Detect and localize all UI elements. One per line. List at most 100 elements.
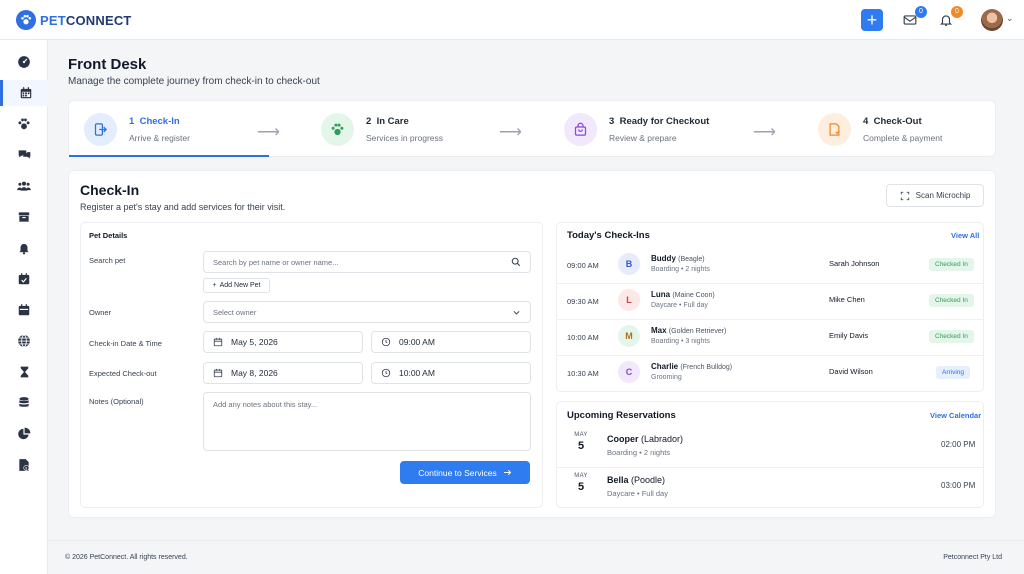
notifications-button[interactable]: 0 (939, 6, 963, 29)
pet-avatar: B (618, 253, 640, 275)
owner-name: Mike Chen (829, 295, 865, 304)
arrow-right-icon: ⟶ (753, 124, 776, 141)
check-in-time-value: 09:00 AM (399, 337, 435, 347)
notifications-count-badge: 0 (951, 6, 963, 18)
step-number: 2 (366, 116, 372, 127)
calendar-check-icon (18, 273, 30, 285)
checkin-row[interactable]: 09:00 AM B Buddy (Beagle) Boarding • 2 n… (556, 248, 984, 284)
check-in-date-field[interactable]: May 5, 2026 (203, 331, 363, 353)
checkout-time-field[interactable]: 10:00 AM (371, 362, 531, 384)
store-icon (18, 212, 30, 222)
search-pet-input[interactable]: Search by pet name or owner name... (203, 251, 531, 273)
checkin-row[interactable]: 10:30 AM C Charlie (French Bulldog) Groo… (556, 356, 984, 392)
calendar-icon (18, 304, 30, 316)
step-label: Check-In (139, 116, 180, 127)
status-badge: Checked In (929, 330, 974, 343)
checkin-time: 09:00 AM (567, 261, 599, 270)
status-badge: Checked In (929, 294, 974, 307)
owner-placeholder: Select owner (213, 307, 257, 317)
notes-textarea[interactable]: Add any notes about this stay... (203, 392, 531, 451)
sidebar-item-alerts[interactable] (0, 235, 48, 261)
step-check-in[interactable]: 1 Check-In Arrive & register (84, 101, 274, 158)
reservation-month: MAY (574, 432, 588, 438)
reservation-month: MAY (574, 473, 588, 479)
pet-breed: (Beagle) (678, 256, 705, 263)
database-icon (19, 397, 29, 407)
messages-button[interactable]: 0 (903, 6, 927, 29)
pet-service: Grooming (651, 374, 682, 381)
add-new-pet-button[interactable]: + Add New Pet (203, 278, 270, 293)
sidebar-item-dashboard[interactable] (0, 49, 48, 75)
pie-chart-icon (18, 427, 31, 440)
pet-service: Daycare • Full day (651, 302, 708, 309)
reservation-row[interactable]: MAY 5 Cooper (Labrador) Boarding • 2 nig… (556, 427, 984, 468)
step-title: 2 In Care (366, 116, 409, 127)
globe-icon (18, 334, 30, 348)
arrow-right-icon: ⟶ (499, 124, 522, 141)
hourglass-icon (20, 366, 28, 378)
pet-avatar: L (618, 289, 640, 311)
owner-name: Emily Davis (829, 331, 869, 340)
step-check-out[interactable]: 4 Check-Out Complete & payment (818, 101, 988, 158)
sidebar-item-schedule[interactable] (0, 297, 48, 323)
step-description: Review & prepare (609, 133, 677, 143)
reservation-day: 5 (577, 440, 585, 452)
status-badge: Checked In (929, 258, 974, 271)
user-avatar[interactable] (981, 9, 1003, 31)
sidebar-item-customers[interactable] (0, 173, 48, 199)
pet-avatar: C (618, 361, 640, 383)
sidebar-item-front-desk[interactable] (0, 80, 48, 106)
scan-icon (900, 191, 909, 200)
checkin-row[interactable]: 10:00 AM M Max (Golden Retriever) Boardi… (556, 320, 984, 356)
sidebar-item-website[interactable] (0, 328, 48, 354)
messages-count-badge: 0 (915, 6, 927, 18)
reservation-time: 03:00 PM (941, 481, 976, 490)
notes-label: Notes (Optional) (89, 397, 144, 406)
check-in-date-value: May 5, 2026 (231, 337, 278, 347)
scan-microchip-button[interactable]: Scan Microchip (886, 184, 984, 207)
reservation-pet-name: Bella (607, 475, 629, 485)
brand-logo[interactable]: PETCONNECT (16, 10, 132, 30)
pet-name-text: Charlie (651, 362, 679, 371)
sidebar-item-billing[interactable]: $ (0, 452, 48, 478)
step-ready-for-checkout[interactable]: 3 Ready for Checkout Review & prepare (564, 101, 764, 158)
reservation-date: MAY 5 (570, 473, 592, 493)
view-calendar-link[interactable]: View Calendar (930, 411, 981, 420)
sidebar-item-waitlist[interactable] (0, 359, 48, 385)
sidebar-item-store[interactable] (0, 204, 48, 230)
chevron-down-icon[interactable]: ⌄ (1006, 13, 1014, 24)
reservation-pet-breed: (Labrador) (641, 434, 684, 444)
plus-icon: + (212, 282, 217, 289)
pet-name: Max (Golden Retriever) (651, 326, 726, 335)
checkout-date-value: May 8, 2026 (231, 368, 278, 378)
continue-to-services-button[interactable]: Continue to Services (400, 461, 530, 484)
sidebar-item-appointments[interactable] (0, 266, 48, 292)
upcoming-reservations-title: Upcoming Reservations (567, 410, 676, 421)
pet-details-title: Pet Details (89, 231, 128, 240)
status-badge: Arriving (936, 366, 971, 379)
checkin-row[interactable]: 09:30 AM L Luna (Maine Coon) Daycare • F… (556, 284, 984, 320)
step-description: Complete & payment (863, 133, 943, 143)
reservation-service: Daycare • Full day (607, 489, 668, 498)
step-title: 1 Check-In (129, 116, 180, 127)
step-in-care[interactable]: 2 In Care Services in progress (321, 101, 511, 158)
pet-breed: (Maine Coon) (672, 292, 715, 299)
reservation-pet: Cooper (Labrador) (607, 434, 683, 444)
owner-name: Sarah Johnson (829, 259, 880, 268)
sidebar-item-reports[interactable] (0, 421, 48, 447)
reservation-pet: Bella (Poodle) (607, 475, 665, 485)
sidebar-item-data[interactable] (0, 390, 48, 416)
sidebar-item-messages[interactable] (0, 142, 48, 168)
checkout-time-value: 10:00 AM (399, 368, 435, 378)
quick-add-button[interactable]: + (861, 9, 883, 31)
paw-icon (321, 113, 354, 146)
add-new-pet-label: Add New Pet (219, 282, 261, 289)
search-icon (511, 257, 521, 267)
reservation-row[interactable]: MAY 5 Bella (Poodle) Daycare • Full day … (556, 468, 984, 509)
check-in-time-field[interactable]: 09:00 AM (371, 331, 531, 353)
view-all-link[interactable]: View All (951, 231, 979, 240)
checkout-date-field[interactable]: May 8, 2026 (203, 362, 363, 384)
sidebar-item-pets[interactable] (0, 111, 48, 137)
owner-select[interactable]: Select owner (203, 301, 531, 323)
pet-service: Boarding • 3 nights (651, 338, 710, 345)
